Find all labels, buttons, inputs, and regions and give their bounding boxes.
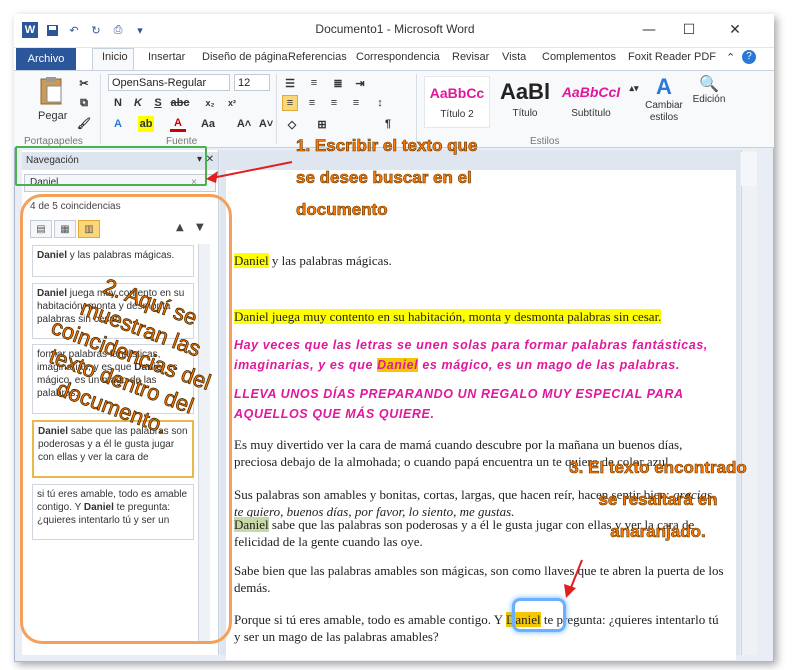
- arrow-1-head: [206, 171, 218, 183]
- arrow-3: [569, 559, 583, 591]
- arrow-3-head: [564, 584, 576, 598]
- arrow-1: [211, 161, 293, 179]
- annotation-arrows: [206, 161, 583, 598]
